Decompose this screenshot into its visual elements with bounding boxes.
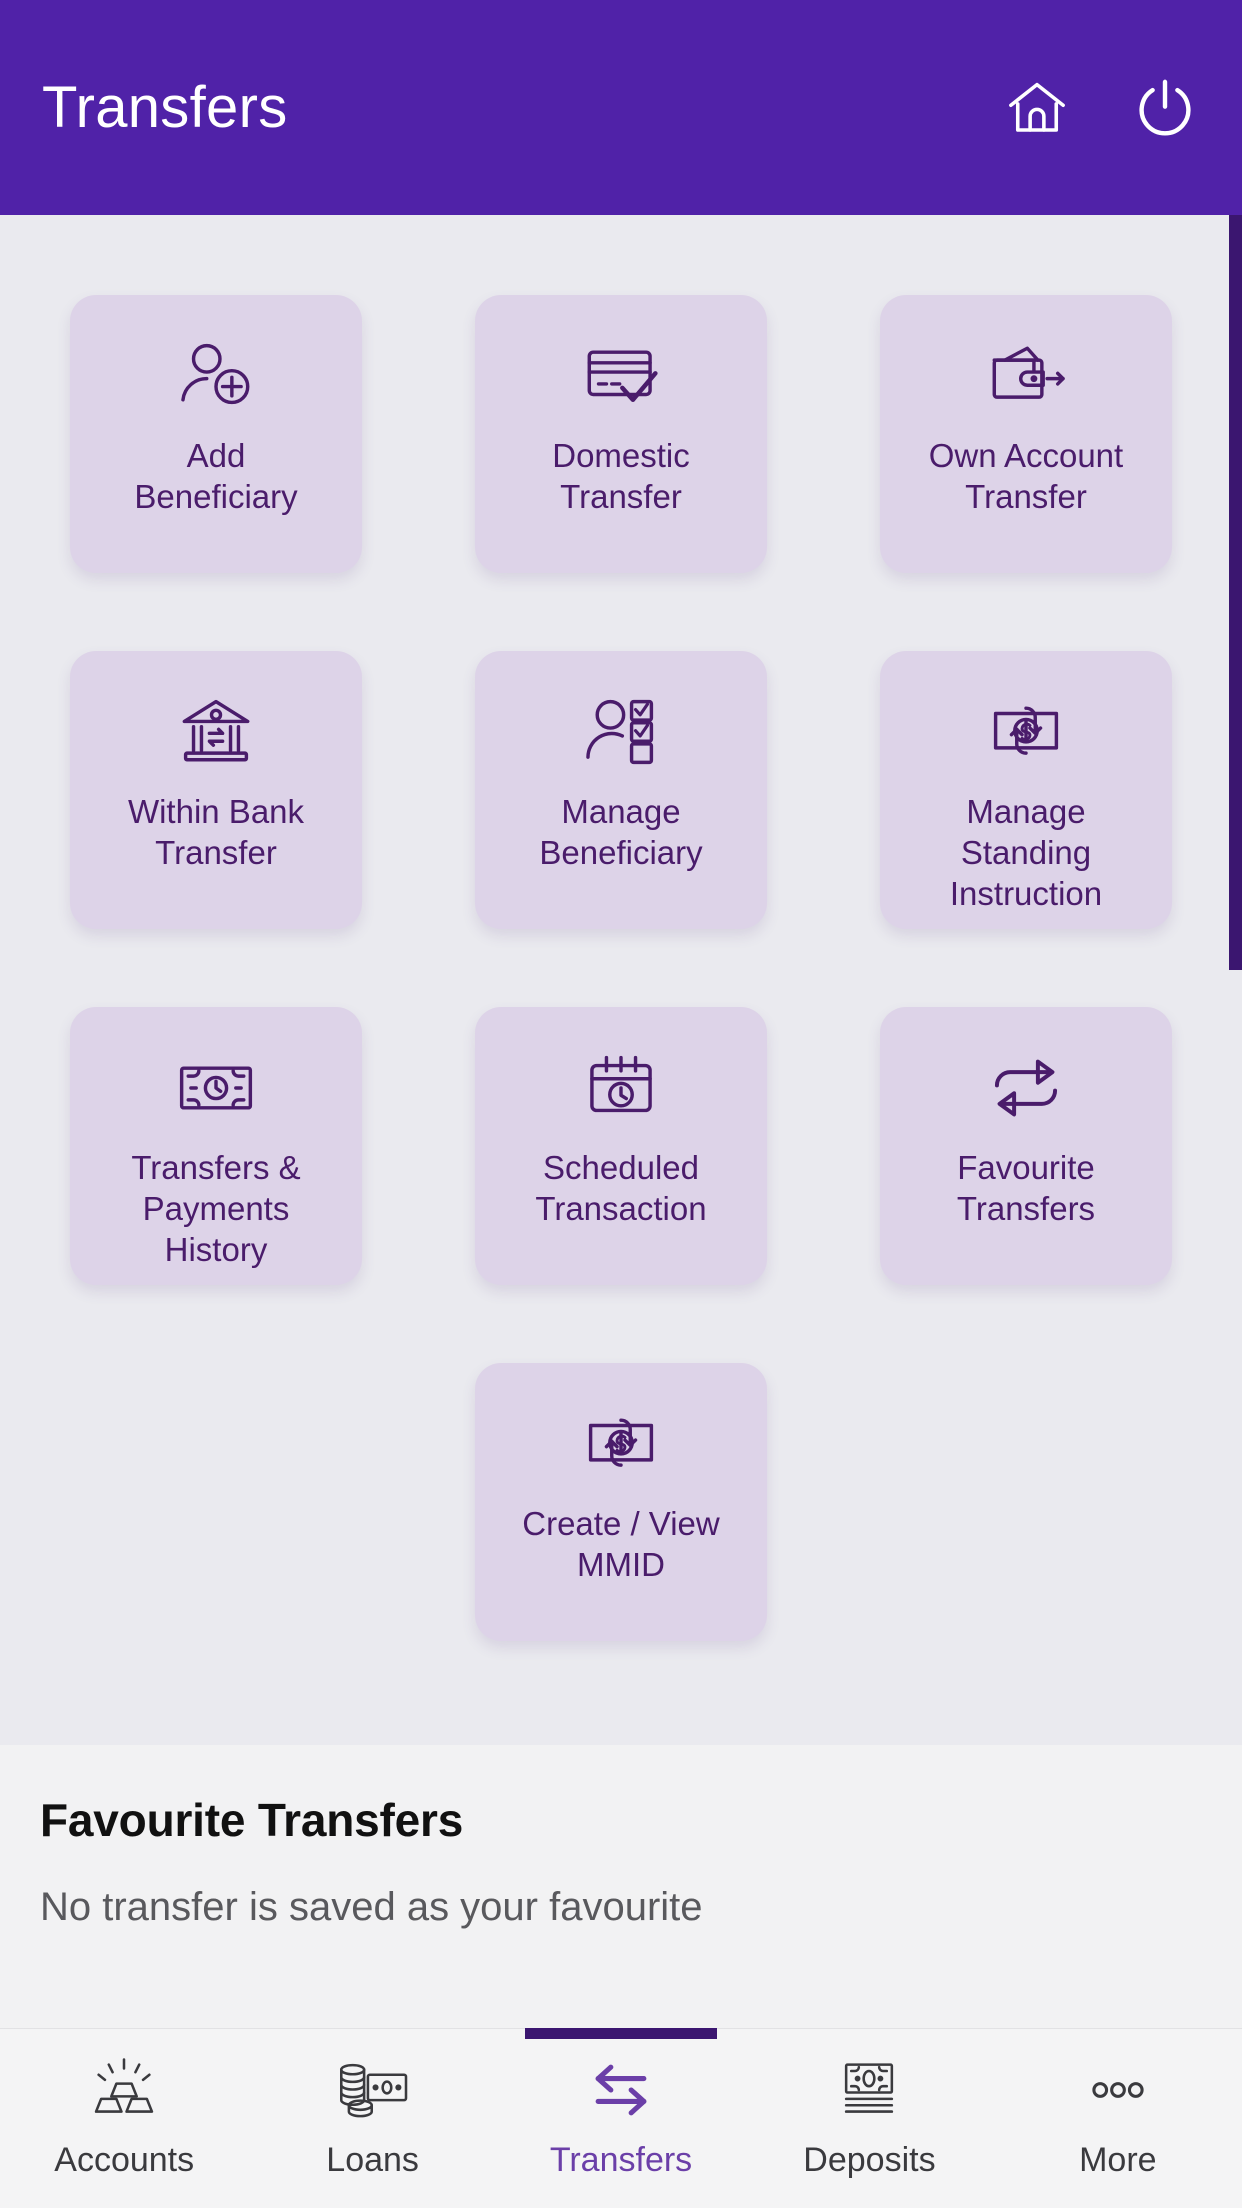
banknote-stack-icon: [827, 2057, 911, 2123]
repeat-arrows-icon: [983, 1051, 1069, 1125]
tile-label: Within Bank Transfer: [127, 793, 305, 871]
tile-label: Scheduled Transaction: [535, 1149, 707, 1227]
nav-label: Transfers: [549, 2141, 693, 2179]
tile-favourite-transfers[interactable]: Favourite Transfers: [880, 1007, 1172, 1285]
user-add-icon: [173, 339, 259, 413]
transfer-arrows-icon: [579, 2057, 663, 2123]
calendar-clock-icon: [578, 1051, 664, 1125]
coins-note-icon: [331, 2057, 415, 2123]
nav-item-deposits[interactable]: Deposits: [745, 2029, 993, 2208]
nav-item-transfers[interactable]: Transfers: [497, 2028, 745, 2208]
wallet-arrow-icon: [983, 339, 1069, 413]
nav-label: More: [1079, 2141, 1157, 2179]
favourite-transfers-section: Favourite Transfers No transfer is saved…: [0, 1745, 1242, 2028]
nav-item-loans[interactable]: Loans: [248, 2029, 496, 2208]
nav-item-more[interactable]: More: [994, 2029, 1242, 2208]
tile-label: Manage Beneficiary: [539, 793, 703, 871]
tile-label: Manage Standing Instruction: [949, 793, 1103, 912]
card-check-icon: [578, 339, 664, 413]
tile-manage-standing-instruction[interactable]: Manage Standing Instruction: [880, 651, 1172, 929]
banknote-recurring-icon: [983, 695, 1069, 769]
header-actions: [1004, 75, 1198, 141]
tile-label: Own Account Transfer: [928, 437, 1124, 515]
tile-within-bank-transfer[interactable]: Within Bank Transfer: [70, 651, 362, 929]
nav-label: Accounts: [54, 2141, 195, 2179]
tile-label: Transfers & Payments History: [131, 1149, 301, 1268]
grid-row: Within Bank Transfer Manage Beneficiary: [70, 651, 1172, 929]
tile-manage-beneficiary[interactable]: Manage Beneficiary: [475, 651, 767, 929]
bank-exchange-icon: [173, 695, 259, 769]
nav-active-indicator: [525, 2028, 718, 2039]
banknote-clock-icon: [173, 1051, 259, 1125]
transfer-options-grid: Add Beneficiary Domestic Transfer Own Ac…: [0, 215, 1242, 1719]
nav-label: Loans: [326, 2141, 419, 2179]
power-icon[interactable]: [1132, 75, 1198, 141]
tile-domestic-transfer[interactable]: Domestic Transfer: [475, 295, 767, 573]
scrollbar-thumb[interactable]: [1229, 215, 1242, 970]
tile-transfers-payments-history[interactable]: Transfers & Payments History: [70, 1007, 362, 1285]
grid-row: Add Beneficiary Domestic Transfer Own Ac…: [70, 295, 1172, 573]
grid-row: Transfers & Payments History Scheduled T…: [70, 1007, 1172, 1285]
nav-label: Deposits: [803, 2141, 936, 2179]
tile-add-beneficiary[interactable]: Add Beneficiary: [70, 295, 362, 573]
tile-label: Create / View MMID: [522, 1505, 720, 1583]
tile-own-account-transfer[interactable]: Own Account Transfer: [880, 295, 1172, 573]
vertical-scrollbar[interactable]: [1229, 215, 1242, 1745]
transfers-scroll-area[interactable]: Add Beneficiary Domestic Transfer Own Ac…: [0, 215, 1242, 1745]
tile-create-view-mmid[interactable]: Create / View MMID: [475, 1363, 767, 1641]
tile-label: Domestic Transfer: [552, 437, 690, 515]
nav-item-accounts[interactable]: Accounts: [0, 2029, 248, 2208]
favourite-transfers-heading: Favourite Transfers: [40, 1794, 464, 1846]
grid-row: Create / View MMID: [70, 1363, 1172, 1641]
tile-label: Add Beneficiary: [134, 437, 298, 515]
banknote-recurring-icon: [578, 1407, 664, 1481]
tile-scheduled-transaction[interactable]: Scheduled Transaction: [475, 1007, 767, 1285]
home-icon[interactable]: [1004, 75, 1070, 141]
bottom-navigation: Accounts Loans Transfers Deposits More: [0, 2028, 1242, 2208]
app-header: Transfers: [0, 0, 1242, 215]
tile-label: Favourite Transfers: [956, 1149, 1096, 1227]
ellipsis-icon: [1076, 2057, 1160, 2123]
favourite-transfers-empty-message: No transfer is saved as your favourite: [40, 1885, 703, 1929]
gold-bars-icon: [82, 2057, 166, 2123]
user-checklist-icon: [578, 695, 664, 769]
page-title: Transfers: [42, 74, 288, 140]
